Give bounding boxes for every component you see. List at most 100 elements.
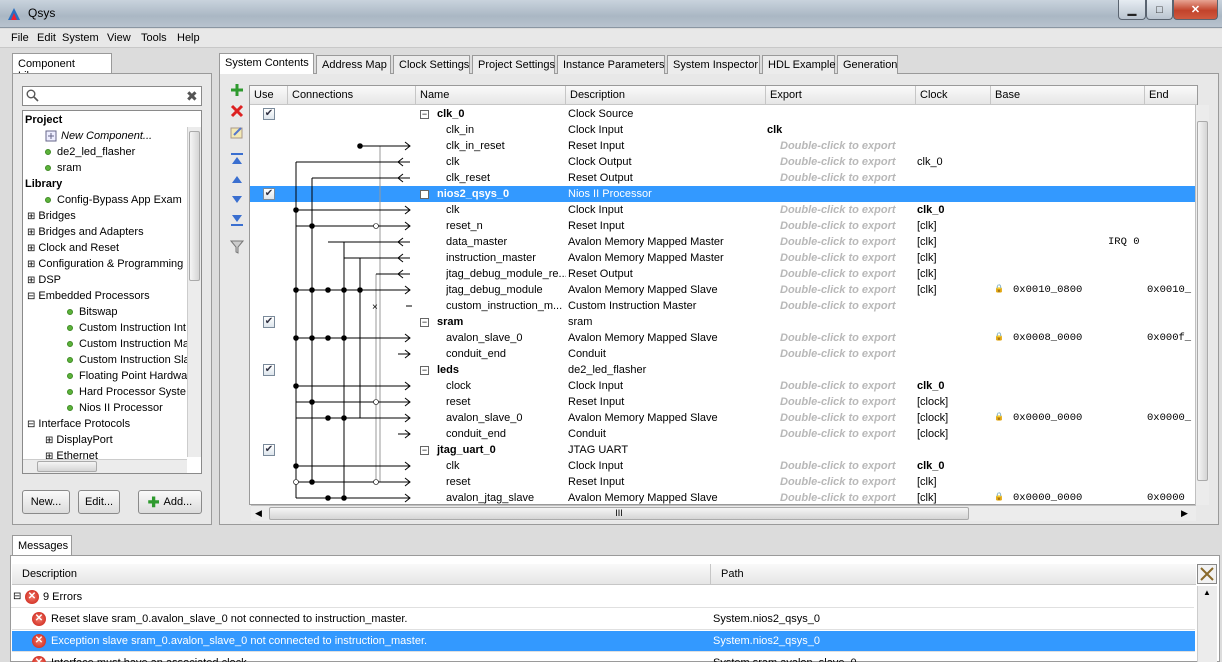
collapse-module-icon[interactable]: − (420, 318, 429, 327)
row-export[interactable]: Double-click to export (780, 204, 926, 216)
tab-system-contents[interactable]: System Contents (219, 53, 314, 74)
collapse-icon[interactable]: ⊟ (27, 291, 35, 302)
column-description[interactable]: Description (566, 86, 766, 105)
column-name[interactable]: Name (416, 86, 566, 105)
remove-icon[interactable] (230, 104, 244, 118)
menu-help[interactable]: Help (177, 32, 200, 44)
library-item[interactable]: Config-Bypass App Exam (45, 194, 182, 206)
add-connection-icon[interactable] (230, 83, 244, 97)
expand-icon[interactable]: ⊞ (45, 435, 53, 446)
scroll-left-icon[interactable]: ◀ (255, 508, 262, 519)
menu-edit[interactable]: Edit (37, 32, 56, 44)
column-end[interactable]: End (1145, 86, 1197, 105)
tab-project-settings[interactable]: Project Settings (472, 55, 555, 74)
row-clock[interactable]: [clk] (917, 476, 989, 488)
tab-generation[interactable]: Generation (837, 55, 898, 74)
expand-icon[interactable]: ⊞ (27, 211, 35, 222)
library-item[interactable]: ⊞ Bridges (27, 210, 76, 222)
move-down-icon[interactable] (230, 193, 244, 207)
row-base[interactable]: 0x0000_0000 (1013, 492, 1143, 504)
use-checkbox[interactable]: ✔ (263, 188, 275, 200)
edit-component-button[interactable]: Edit... (78, 490, 120, 514)
column-use[interactable]: Use (250, 86, 288, 105)
messages-tab[interactable]: Messages (12, 535, 72, 556)
tab-instance-parameters[interactable]: Instance Parameters (557, 55, 665, 74)
use-checkbox[interactable]: ✔ (263, 444, 275, 456)
row-clock[interactable]: [clk] (917, 236, 989, 248)
collapse-icon[interactable]: ⊟ (27, 419, 35, 430)
add-component-button[interactable]: ✚ Add... (138, 490, 202, 514)
messages-group-row[interactable]: ⊟ ✕ 9 Errors (11, 587, 1194, 608)
library-item[interactable]: Bitswap (67, 306, 118, 318)
column-base[interactable]: Base (991, 86, 1145, 105)
collapse-module-icon[interactable]: − (420, 366, 429, 375)
connections-graph[interactable]: × (288, 106, 416, 505)
collapse-group-icon[interactable]: ⊟ (13, 591, 21, 602)
library-item[interactable]: Nios II Processor (67, 402, 163, 414)
row-export[interactable]: Double-click to export (780, 492, 926, 504)
column-export[interactable]: Export (766, 86, 916, 105)
table-vertical-scrollbar[interactable] (1195, 105, 1209, 505)
row-export[interactable]: Double-click to export (780, 172, 926, 184)
library-item[interactable]: ⊟ Embedded Processors (27, 290, 150, 302)
row-export[interactable]: Double-click to export (780, 428, 926, 440)
messages-scrollbar[interactable]: ▲ (1197, 586, 1217, 662)
row-export[interactable]: Double-click to export (780, 268, 926, 280)
row-clock[interactable]: [clk] (917, 268, 989, 280)
library-item[interactable]: Custom Instruction Sla (67, 354, 190, 366)
row-clock[interactable]: [clock] (917, 428, 989, 440)
row-export[interactable]: Double-click to export (780, 348, 926, 360)
library-item[interactable]: Library (25, 178, 62, 190)
move-to-top-icon[interactable] (230, 152, 244, 166)
library-item[interactable]: Floating Point Hardwa (67, 370, 187, 382)
row-end[interactable]: IRQ 0 (1108, 236, 1168, 248)
row-export[interactable]: clk (767, 124, 913, 136)
library-item[interactable]: de2_led_flasher (45, 146, 135, 158)
library-item[interactable]: ⊞ DSP (27, 274, 61, 286)
message-row[interactable]: ✕ Reset slave sram_0.avalon_slave_0 not c… (12, 609, 1195, 630)
tree-scroll-thumb[interactable] (189, 131, 200, 281)
library-item[interactable]: ⊞ Configuration & Programming (27, 258, 183, 270)
column-clock[interactable]: Clock (916, 86, 991, 105)
row-end[interactable]: 0x0010_ (1147, 284, 1197, 296)
clear-messages-icon[interactable] (1197, 564, 1217, 584)
use-checkbox[interactable]: ✔ (263, 108, 275, 120)
clear-search-icon[interactable]: ✖ (186, 88, 198, 105)
collapse-module-icon[interactable]: − (420, 190, 429, 199)
row-clock[interactable]: clk_0 (917, 204, 989, 216)
row-export[interactable]: Double-click to export (780, 380, 926, 392)
tab-address-map[interactable]: Address Map (316, 55, 391, 74)
table-horizontal-scrollbar[interactable]: ◀ III ▶ (251, 505, 1196, 521)
row-clock[interactable]: [clk] (917, 252, 989, 264)
row-export[interactable]: Double-click to export (780, 252, 926, 264)
messages-column-path[interactable]: Path (721, 568, 744, 580)
tab-clock-settings[interactable]: Clock Settings (393, 55, 470, 74)
tab-system-inspector[interactable]: System Inspector (667, 55, 760, 74)
library-item[interactable]: ⊟ Interface Protocols (27, 418, 130, 430)
move-up-icon[interactable] (230, 172, 244, 186)
menu-system[interactable]: System (62, 32, 99, 44)
row-base[interactable]: 0x0010_0800 (1013, 284, 1143, 296)
close-button[interactable]: ✕ (1173, 0, 1218, 20)
row-clock[interactable]: [clock] (917, 396, 989, 408)
menu-file[interactable]: File (11, 32, 29, 44)
minimize-button[interactable]: ▁ (1118, 0, 1146, 20)
column-connections[interactable]: Connections (288, 86, 416, 105)
lock-icon[interactable]: 🔒 (994, 332, 1004, 341)
component-library-tab[interactable]: Component Library (12, 53, 112, 82)
row-export[interactable]: Double-click to export (780, 236, 926, 248)
expand-icon[interactable]: ⊞ (27, 275, 35, 286)
expand-icon[interactable]: ⊞ (27, 227, 35, 238)
row-export[interactable]: Double-click to export (780, 476, 926, 488)
row-base[interactable]: 0x0000_0000 (1013, 412, 1143, 424)
row-end[interactable]: 0x0000 (1147, 492, 1197, 504)
table-hscroll-thumb[interactable]: III (269, 507, 969, 520)
library-item[interactable]: Custom Instruction Int (67, 322, 186, 334)
tab-hdl-example[interactable]: HDL Example (762, 55, 835, 74)
lock-icon[interactable]: 🔒 (994, 412, 1004, 421)
library-search-field[interactable]: ✖ (22, 86, 202, 106)
filter-icon[interactable] (229, 240, 245, 254)
row-export[interactable]: Double-click to export (780, 412, 926, 424)
tree-hscroll-thumb[interactable] (37, 461, 97, 472)
tree-horizontal-scrollbar[interactable] (23, 459, 187, 473)
